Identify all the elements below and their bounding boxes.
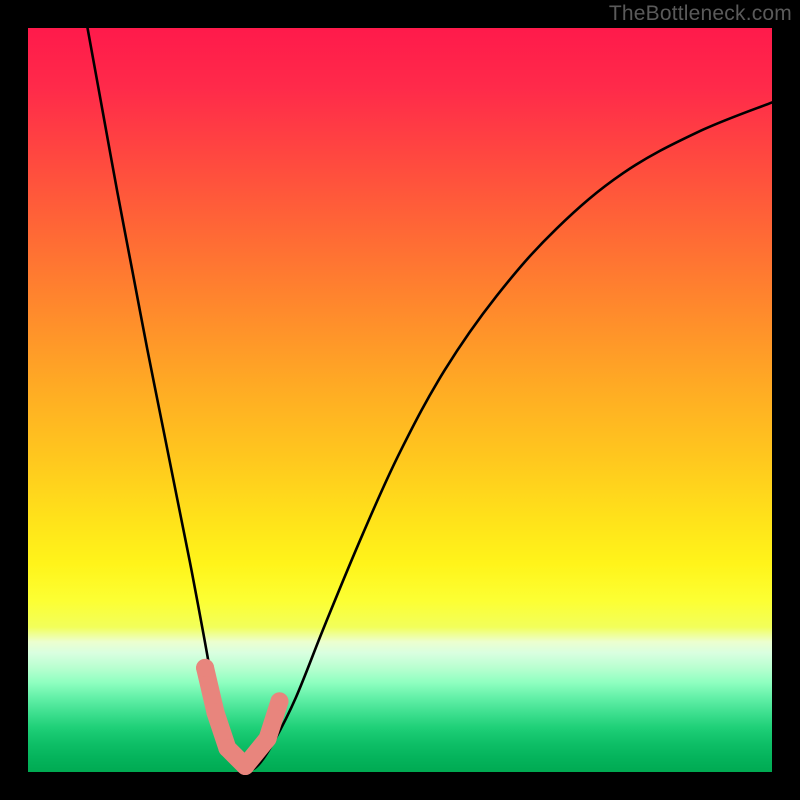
chart-frame: TheBottleneck.com: [0, 0, 800, 800]
highlight-point: [259, 730, 277, 748]
highlight-point: [196, 659, 214, 677]
highlight-point: [218, 739, 236, 757]
highlight-markers: [196, 659, 288, 775]
highlight-point: [236, 757, 254, 775]
curve-layer: [28, 28, 772, 772]
highlight-point: [270, 692, 288, 710]
watermark-text: TheBottleneck.com: [609, 2, 792, 26]
curve-path: [88, 28, 772, 770]
highlight-point: [206, 703, 224, 721]
bottleneck-curve: [88, 28, 772, 770]
plot-area: [28, 28, 772, 772]
